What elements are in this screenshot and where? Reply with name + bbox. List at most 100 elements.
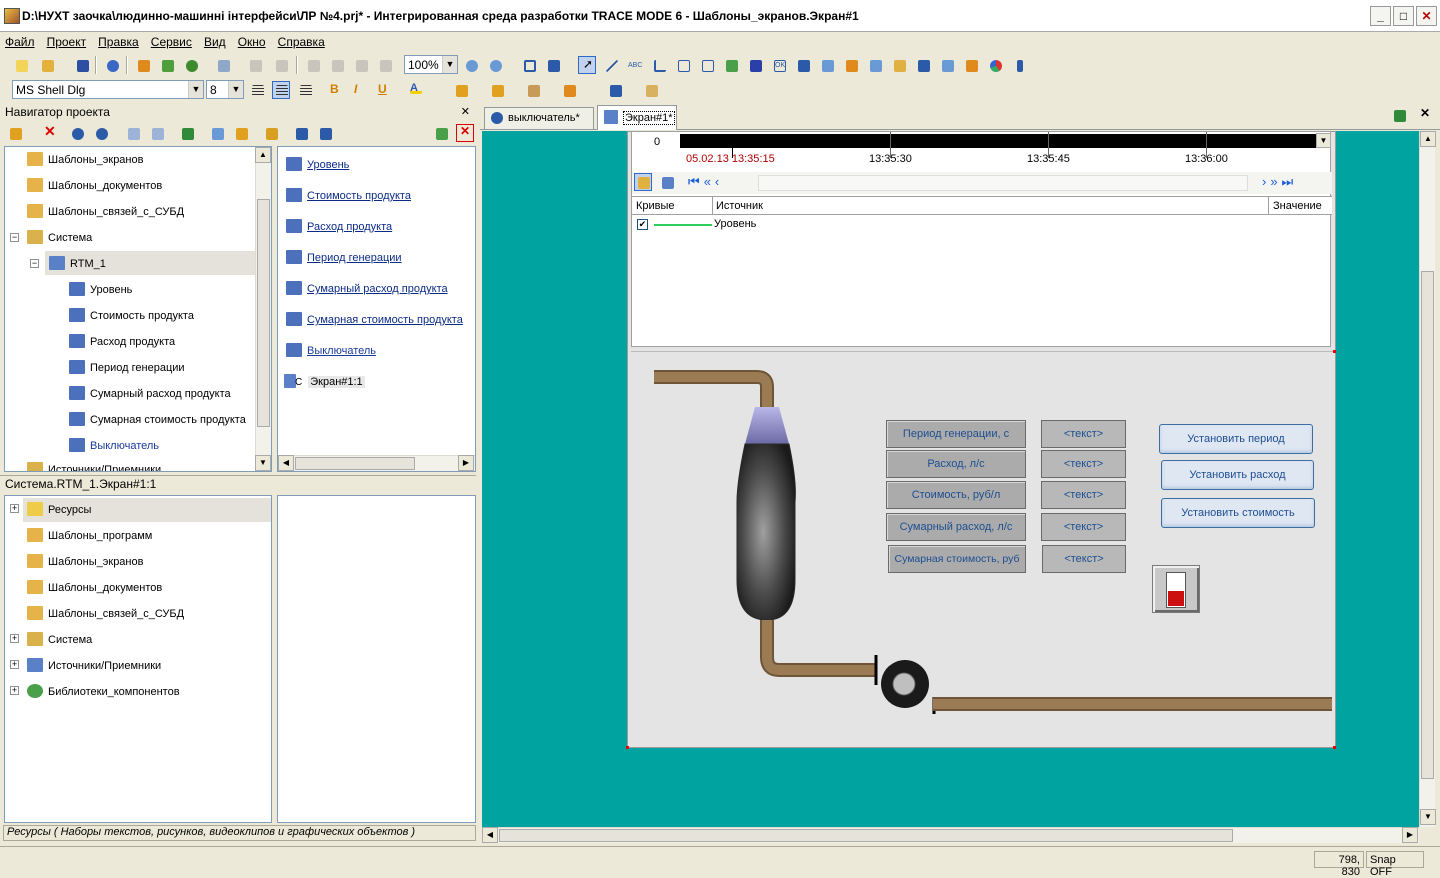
pie-icon[interactable] [986, 56, 1004, 74]
maximize-button[interactable]: □ [1393, 6, 1414, 26]
menu-service[interactable]: Сервис [146, 32, 196, 49]
zoom-select[interactable]: 100% ▼ [404, 55, 458, 74]
nav-copy-icon[interactable] [124, 124, 142, 142]
trend-forward-arrows-icon[interactable]: ›»⏭ [1262, 174, 1332, 192]
tab-screen1[interactable]: Экран#1* [597, 105, 677, 130]
set-flow-button[interactable]: Установить расход [1161, 460, 1314, 490]
bar-icon[interactable] [746, 56, 764, 74]
res-item-sources[interactable]: Источники/Приемники [27, 656, 161, 676]
list-item-level[interactable]: Уровень [286, 155, 349, 175]
text-tool-icon[interactable]: ABC [626, 56, 644, 74]
list-icon[interactable] [914, 56, 932, 74]
info-icon[interactable] [103, 56, 121, 74]
histogram-icon[interactable] [962, 56, 980, 74]
tools-icon[interactable] [544, 56, 562, 74]
paste-icon[interactable] [352, 56, 370, 74]
arrows-icon[interactable] [842, 56, 860, 74]
window-icon[interactable] [938, 56, 956, 74]
list-item-total-flow[interactable]: Сумарный расход продукта [286, 279, 448, 299]
minimize-button[interactable]: _ [1370, 6, 1391, 26]
trend-curve-checkbox[interactable]: ✔ [637, 219, 648, 230]
switch-icon[interactable] [794, 56, 812, 74]
expand-resources-toggle[interactable]: + [10, 504, 19, 513]
res-item-db-templates[interactable]: Шаблоны_связей_с_СУБД [27, 604, 184, 624]
table-icon[interactable] [890, 56, 908, 74]
save-icon[interactable] [73, 56, 91, 74]
redo-icon[interactable] [272, 56, 290, 74]
debug-bug-icon[interactable] [182, 56, 200, 74]
delete-red-icon[interactable]: ✕ [40, 123, 58, 142]
res-item-libraries[interactable]: Библиотеки_компонентов [27, 682, 180, 702]
line-color-icon[interactable] [452, 81, 470, 99]
trend-mode2-icon[interactable] [658, 173, 676, 191]
navigator-tree-scrollbar[interactable]: ▲ ▼ [255, 147, 271, 471]
italic-button[interactable]: I [350, 81, 368, 99]
res-item-resources[interactable]: Ресурсы [27, 500, 91, 520]
close-button[interactable]: ✕ [1416, 6, 1437, 26]
nav-new-window-icon[interactable] [432, 124, 450, 142]
fill-pattern-icon[interactable] [524, 81, 542, 99]
fit-icon[interactable] [520, 56, 538, 74]
tree-item-rtm1[interactable]: RTM_1 [49, 254, 106, 274]
navigator-close-icon[interactable]: ✕ [461, 105, 470, 118]
zoom-out-icon[interactable] [486, 56, 504, 74]
pointer-icon[interactable]: ➚ [578, 56, 596, 74]
nav-close-red-icon[interactable]: ✕ [456, 124, 474, 142]
tree-item-db-templates[interactable]: Шаблоны_связей_с_СУБД [27, 202, 184, 222]
copy-icon[interactable] [328, 56, 346, 74]
expand-libraries-toggle[interactable]: + [10, 686, 19, 695]
list-item-period[interactable]: Период генерации [286, 248, 402, 268]
rectangle-icon[interactable] [674, 56, 692, 74]
tab-switch[interactable]: выключатель* [484, 107, 594, 129]
nav-export-icon[interactable] [178, 124, 196, 142]
cut-icon[interactable] [304, 56, 322, 74]
polyline-icon[interactable] [650, 56, 668, 74]
tree-item-system[interactable]: Система [27, 228, 92, 248]
expand-sources-toggle[interactable]: + [10, 660, 19, 669]
tree-item-document-templates[interactable]: Шаблоны_документов [27, 176, 162, 196]
valve-icon[interactable] [698, 56, 716, 74]
nav-link-icon[interactable] [208, 124, 226, 142]
align-icon[interactable] [1010, 56, 1028, 74]
undo-icon[interactable] [246, 56, 264, 74]
workspace-vscrollbar[interactable]: ▲ ▼ [1419, 131, 1436, 827]
font-color-icon[interactable]: A [406, 81, 424, 99]
list-item-cost[interactable]: Стоимость продукта [286, 186, 411, 206]
tree-item-total-flow[interactable]: Сумарный расход продукта [69, 384, 231, 404]
set-cost-button[interactable]: Установить стоимость [1161, 498, 1315, 528]
nav-undo-icon[interactable] [68, 124, 86, 142]
menu-view[interactable]: Вид [199, 32, 230, 49]
nav-paste-icon[interactable] [148, 124, 166, 142]
tree-item-flow[interactable]: Расход продукта [69, 332, 175, 352]
res-item-program-templates[interactable]: Шаблоны_программ [27, 526, 152, 546]
expand-system2-toggle[interactable]: + [10, 634, 19, 643]
list-item-screen1[interactable]: C Экран#1:1 [284, 372, 365, 392]
tree-item-switch[interactable]: Выключатель [69, 436, 159, 456]
font-size-select[interactable]: 8 ▼ [206, 80, 244, 99]
picture-icon[interactable] [722, 56, 740, 74]
menu-window[interactable]: Окно [233, 32, 270, 49]
align-left-icon[interactable] [248, 81, 266, 99]
font-select[interactable]: MS Shell Dlg ▼ [12, 80, 204, 99]
trend-scroll-track[interactable] [758, 175, 1248, 191]
gauge-icon[interactable] [866, 56, 884, 74]
doc-refresh-icon[interactable] [1390, 106, 1408, 124]
navigator-list-hscrollbar[interactable]: ◀ ▶ [278, 455, 475, 471]
tree-item-screen-templates[interactable]: Шаблоны_экранов [27, 150, 143, 170]
trend-icon[interactable] [818, 56, 836, 74]
fill-color-icon[interactable] [606, 81, 624, 99]
list-item-switch[interactable]: Выключатель [286, 341, 376, 361]
line-width-icon[interactable] [488, 81, 506, 99]
ok-button-icon[interactable]: OK [770, 56, 788, 74]
tree-item-level[interactable]: Уровень [69, 280, 132, 300]
trend-dropdown-button[interactable]: ▼ [1316, 133, 1331, 148]
toggle-switch[interactable] [1152, 565, 1200, 613]
run-icon[interactable] [134, 56, 152, 74]
add-icon[interactable] [6, 124, 24, 142]
list-item-total-cost[interactable]: Сумарная стоимость продукта [286, 310, 463, 330]
line-style-icon[interactable] [560, 81, 578, 99]
set-period-button[interactable]: Установить период [1159, 424, 1313, 454]
delete-icon[interactable] [376, 56, 394, 74]
nav-redo-icon[interactable] [92, 124, 110, 142]
align-center-icon[interactable] [272, 81, 290, 99]
